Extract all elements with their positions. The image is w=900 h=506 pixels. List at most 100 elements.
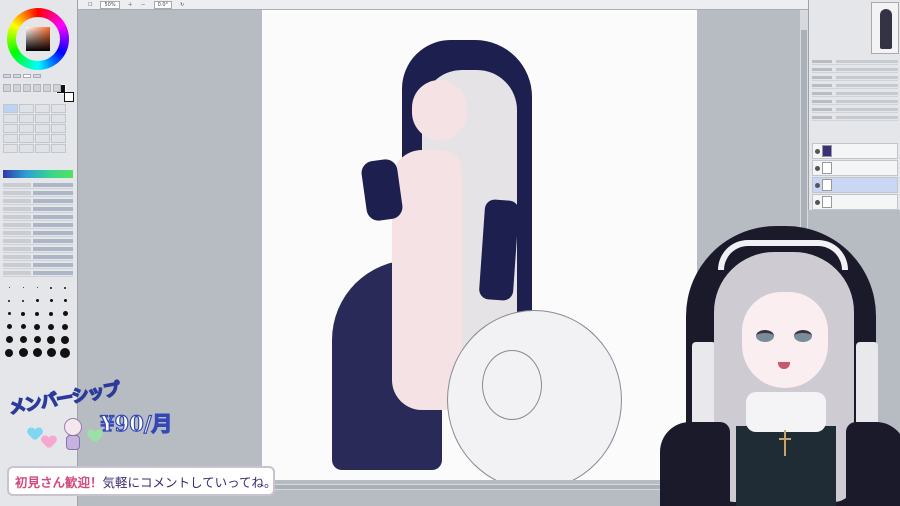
rotate-icon[interactable]: ↻ (180, 2, 184, 8)
layer-row[interactable] (812, 177, 898, 193)
zoom-out-icon[interactable]: － (141, 1, 146, 8)
brush-slot[interactable] (51, 144, 66, 153)
property-row[interactable] (812, 66, 898, 73)
brush-size-dot[interactable] (17, 308, 29, 319)
brush-size-dot[interactable] (31, 282, 43, 293)
brush-size-dot[interactable] (31, 295, 43, 306)
brush-slot[interactable] (51, 124, 66, 133)
property-row[interactable] (3, 190, 73, 197)
property-row[interactable] (3, 270, 73, 277)
property-row[interactable] (3, 254, 73, 261)
brush-size-dot[interactable] (59, 282, 71, 293)
brush-size-dot[interactable] (45, 321, 57, 332)
brush-size-dot[interactable] (45, 334, 57, 345)
brush-size-dot[interactable] (45, 295, 57, 306)
color-tab[interactable] (33, 74, 41, 78)
saturation-value-square[interactable] (26, 27, 50, 51)
brush-slot[interactable] (3, 104, 18, 113)
brush-slot[interactable] (19, 124, 34, 133)
property-row[interactable] (3, 198, 73, 205)
layer-row[interactable] (812, 143, 898, 159)
wand-tool-icon[interactable] (23, 84, 31, 92)
brush-size-dot[interactable] (3, 282, 15, 293)
brush-slot[interactable] (3, 134, 18, 143)
property-row[interactable] (812, 82, 898, 89)
property-row[interactable] (812, 98, 898, 105)
brush-slot[interactable] (35, 124, 50, 133)
brush-size-dot[interactable] (59, 334, 71, 345)
select-tool-icon[interactable] (3, 84, 11, 92)
brush-slot[interactable] (3, 124, 18, 133)
brush-slot[interactable] (3, 114, 18, 123)
brush-slot[interactable] (3, 144, 18, 153)
property-row[interactable] (812, 114, 898, 121)
property-row[interactable] (3, 246, 73, 253)
property-row[interactable] (3, 238, 73, 245)
navigator-preview[interactable] (871, 2, 899, 54)
brush-size-dot[interactable] (59, 308, 71, 319)
color-wheel-icon[interactable] (7, 8, 69, 70)
eye-icon[interactable] (815, 199, 820, 205)
brush-size-dot[interactable] (45, 347, 57, 358)
brush-size-dot[interactable] (59, 321, 71, 332)
brush-slot[interactable] (35, 144, 50, 153)
brush-size-dot[interactable] (17, 321, 29, 332)
background-color-swatch[interactable] (64, 92, 74, 102)
property-row[interactable] (3, 214, 73, 221)
brush-size-dot[interactable] (3, 334, 15, 345)
brush-size-dot[interactable] (3, 308, 15, 319)
brush-slot[interactable] (51, 114, 66, 123)
zoom-tool-icon[interactable] (53, 84, 61, 92)
brush-size-dot[interactable] (17, 347, 29, 358)
brush-size-dot[interactable] (3, 347, 15, 358)
property-row[interactable] (3, 222, 73, 229)
brush-slot[interactable] (35, 114, 50, 123)
brush-slot[interactable] (51, 134, 66, 143)
color-tab[interactable] (23, 74, 31, 78)
brush-slot[interactable] (19, 104, 34, 113)
brush-size-dot[interactable] (17, 334, 29, 345)
move-tool-icon[interactable] (33, 84, 41, 92)
property-row[interactable] (812, 58, 898, 65)
gradient-bar[interactable] (3, 170, 73, 178)
scroll-thumb[interactable] (268, 485, 668, 489)
brush-size-dot[interactable] (31, 334, 43, 345)
brush-size-dot[interactable] (17, 282, 29, 293)
brush-size-dot[interactable] (59, 295, 71, 306)
brush-size-dot[interactable] (3, 295, 15, 306)
eye-icon[interactable] (815, 148, 820, 154)
brush-size-dot[interactable] (3, 321, 15, 332)
brush-slot[interactable] (51, 104, 66, 113)
property-row[interactable] (3, 182, 73, 189)
text-tool-icon[interactable] (43, 84, 51, 92)
property-row[interactable] (812, 74, 898, 81)
brush-slot[interactable] (19, 114, 34, 123)
property-row[interactable] (3, 206, 73, 213)
brush-slot[interactable] (19, 144, 34, 153)
brush-size-dot[interactable] (31, 347, 43, 358)
layer-row[interactable] (812, 160, 898, 176)
color-tab[interactable] (3, 74, 11, 78)
drawing-canvas[interactable] (262, 10, 697, 480)
brush-slot[interactable] (35, 104, 50, 113)
property-row[interactable] (812, 106, 898, 113)
brush-size-dot[interactable] (17, 295, 29, 306)
property-row[interactable] (812, 90, 898, 97)
zoom-in-icon[interactable]: ＋ (128, 1, 133, 8)
brush-slot[interactable] (19, 134, 34, 143)
property-row[interactable] (3, 262, 73, 269)
toolbar-checkbox[interactable]: ☐ (88, 2, 92, 8)
brush-size-dot[interactable] (45, 308, 57, 319)
zoom-field[interactable]: 50% (100, 0, 120, 9)
eye-icon[interactable] (815, 165, 820, 171)
color-tab[interactable] (13, 74, 21, 78)
brush-size-dot[interactable] (45, 282, 57, 293)
lasso-tool-icon[interactable] (13, 84, 21, 92)
property-row[interactable] (3, 230, 73, 237)
eye-icon[interactable] (815, 182, 820, 188)
angle-field[interactable]: 0.0° (153, 0, 173, 9)
brush-slot[interactable] (35, 134, 50, 143)
layer-row[interactable] (812, 194, 898, 210)
brush-size-dot[interactable] (31, 321, 43, 332)
brush-size-dot[interactable] (31, 308, 43, 319)
